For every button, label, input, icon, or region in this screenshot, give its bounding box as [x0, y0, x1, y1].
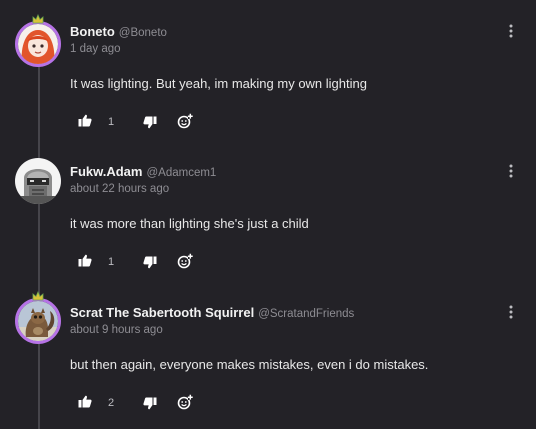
avatar-container: [15, 291, 61, 344]
crown-icon: [32, 14, 44, 24]
like-count: 2: [108, 397, 115, 409]
comment-header: Scrat The Sabertooth Squirrel @ScratandFr…: [70, 304, 354, 322]
comment-header: Fukw.Adam @Adamcem1: [70, 163, 216, 181]
thumbs-down-icon[interactable]: [143, 256, 157, 269]
avatar-container: [15, 14, 61, 67]
comment-header: Boneto @Boneto: [70, 23, 167, 41]
like-count: 1: [108, 256, 115, 268]
add-reaction-icon[interactable]: [177, 253, 193, 269]
more-options-icon[interactable]: [506, 23, 516, 39]
thumbs-up-icon[interactable]: [78, 114, 92, 127]
thumbs-up-icon[interactable]: [78, 254, 92, 267]
helmet-robot-avatar: [15, 158, 61, 204]
more-options-icon[interactable]: [506, 163, 516, 179]
comment-thread: Boneto @Boneto 1 day ago It was lighting.…: [0, 0, 536, 429]
comment-timestamp: about 9 hours ago: [70, 324, 163, 336]
author-handle[interactable]: @ScratandFriends: [258, 308, 354, 320]
thumbs-down-icon[interactable]: [143, 397, 157, 410]
comment-text: It was lighting. But yeah, im making my …: [70, 76, 367, 91]
add-reaction-icon[interactable]: [177, 394, 193, 410]
author-name[interactable]: Scrat The Sabertooth Squirrel: [70, 305, 254, 320]
comment-text: it was more than lighting she's just a c…: [70, 216, 309, 231]
author-name[interactable]: Fukw.Adam: [70, 164, 142, 179]
comment-timestamp: about 22 hours ago: [70, 183, 170, 195]
avatar[interactable]: [15, 158, 61, 204]
more-options-icon[interactable]: [506, 304, 516, 320]
avatar-container: [15, 158, 61, 204]
comment-timestamp: 1 day ago: [70, 43, 121, 55]
orange-haired-girl-avatar: [18, 24, 58, 64]
like-count: 1: [108, 116, 115, 128]
comment-text: but then again, everyone makes mistakes,…: [70, 357, 429, 372]
add-reaction-icon[interactable]: [177, 113, 193, 129]
thumbs-up-icon[interactable]: [78, 395, 92, 408]
avatar[interactable]: [15, 298, 61, 344]
crown-icon: [32, 291, 44, 301]
author-name[interactable]: Boneto: [70, 24, 115, 39]
avatar[interactable]: [15, 21, 61, 67]
thread-line: [38, 58, 40, 429]
thumbs-down-icon[interactable]: [143, 116, 157, 129]
squirrel-avatar: [18, 301, 58, 341]
author-handle[interactable]: @Boneto: [119, 27, 167, 39]
author-handle[interactable]: @Adamcem1: [146, 167, 216, 179]
